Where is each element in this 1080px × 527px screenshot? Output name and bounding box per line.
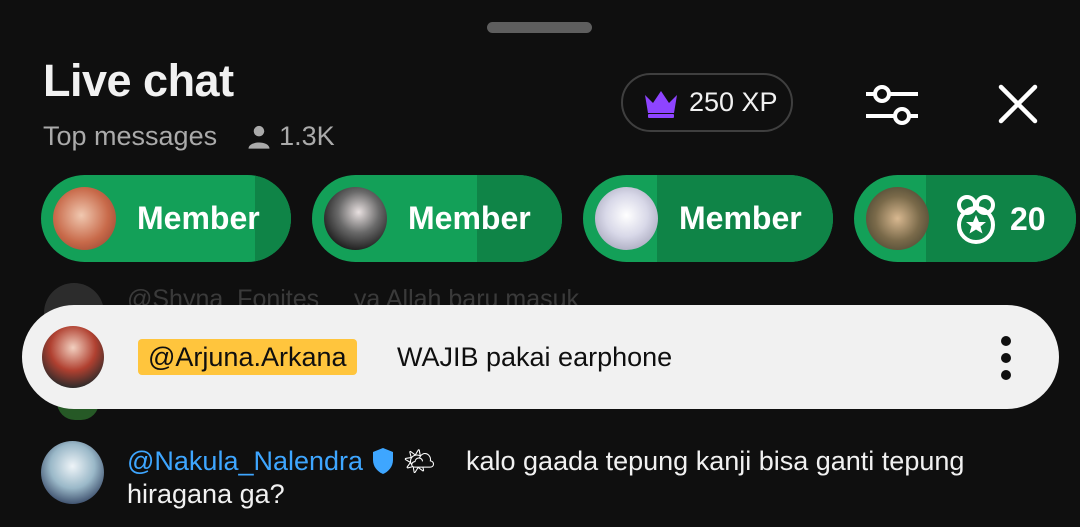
- chat-message[interactable]: @Nakula_Nalendra 🌤 kalo gaada tepung kan…: [0, 430, 1080, 527]
- member-chip[interactable]: Member: [312, 175, 562, 262]
- close-icon: [998, 84, 1038, 124]
- member-chip[interactable]: Member: [583, 175, 833, 262]
- panel-title: Live chat: [43, 55, 234, 106]
- avatar: [42, 326, 104, 388]
- sun-behind-cloud-icon: 🌤: [403, 445, 437, 476]
- member-chip[interactable]: Member: [41, 175, 291, 262]
- member-chip-label: Member: [137, 200, 260, 236]
- sliders-icon: [866, 85, 918, 125]
- member-chip-label: Member: [408, 200, 531, 236]
- drag-handle[interactable]: [487, 22, 592, 33]
- close-button[interactable]: [990, 76, 1046, 132]
- message-text-line: kalo gaada tepung kanji bisa ganti tepun…: [466, 446, 965, 476]
- avatar: [595, 187, 658, 250]
- crown-icon: [645, 90, 677, 118]
- chat-mode-label: Top messages: [43, 121, 218, 151]
- message-text-line: hiragana ga?: [127, 479, 285, 509]
- avatar: [53, 187, 116, 250]
- pinned-text: WAJIB pakai earphone: [397, 342, 673, 372]
- gift-chip[interactable]: 20: [854, 175, 1076, 262]
- verified-shield-icon: [373, 448, 394, 474]
- avatar: [866, 187, 929, 250]
- pinned-message[interactable]: @Arjuna.Arkana WAJIB pakai earphone: [22, 305, 1059, 409]
- person-icon: [248, 125, 270, 149]
- pinned-author[interactable]: @Arjuna.Arkana: [138, 339, 357, 375]
- more-options-button[interactable]: [986, 333, 1026, 383]
- chat-mode-selector[interactable]: Top messages 1.3K: [43, 121, 335, 152]
- xp-button[interactable]: 250 XP: [621, 73, 793, 132]
- live-chat-panel: Live chat Top messages 1.3K 250 XP Membe…: [0, 0, 1080, 527]
- avatar: [41, 441, 104, 504]
- viewer-count: 1.3K: [245, 121, 335, 152]
- gift-icon: [957, 195, 995, 244]
- viewer-count-label: 1.3K: [279, 121, 335, 151]
- filter-button[interactable]: [858, 76, 926, 134]
- xp-label: 250 XP: [689, 87, 778, 117]
- message-author[interactable]: @Nakula_Nalendra: [127, 446, 363, 477]
- more-vertical-icon: [1001, 336, 1011, 380]
- gift-count: 20: [1010, 200, 1046, 237]
- avatar: [324, 187, 387, 250]
- member-chip-label: Member: [679, 200, 802, 236]
